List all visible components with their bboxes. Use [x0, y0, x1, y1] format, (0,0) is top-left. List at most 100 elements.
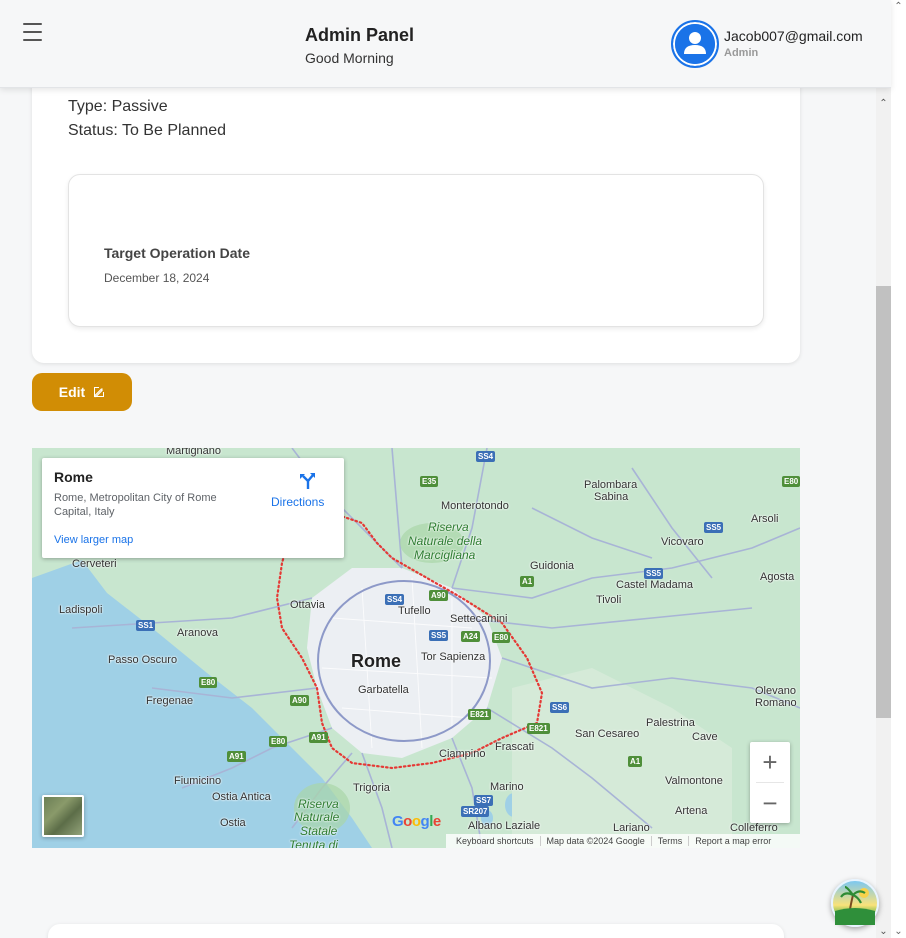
map-attribution: Keyboard shortcuts Map data ©2024 Google… — [446, 834, 800, 848]
place-label: Ladispoli — [59, 604, 103, 616]
road-shield: E821 — [468, 709, 491, 720]
place-label: Rome — [351, 651, 402, 671]
place-label: Passo Oscuro — [108, 654, 178, 666]
road-shield: SR207 — [461, 806, 490, 817]
place-label: Cerveteri — [72, 558, 117, 570]
place-label: Artena — [675, 805, 708, 817]
place-label: Arsoli — [751, 513, 779, 525]
road-shield: A90 — [429, 590, 448, 601]
place-label: Settecamini — [450, 613, 508, 625]
panel-title: Admin Panel — [305, 25, 415, 45]
road-shield: A90 — [290, 695, 309, 706]
scroll-up-icon[interactable]: ⌃ — [876, 97, 891, 111]
place-label: Ostia Antica — [212, 791, 271, 803]
edit-icon — [94, 387, 105, 398]
road-shield: SS7 — [474, 795, 494, 806]
window-scroll-up-icon[interactable]: ⌃ — [891, 0, 906, 14]
edit-button[interactable]: Edit — [32, 373, 132, 411]
next-section-card — [48, 924, 784, 938]
embedded-map[interactable]: Martignano Monterotondo Palombara Sabina… — [32, 448, 800, 848]
top-header: Admin Panel Good Morning Jacob007@gmail.… — [0, 0, 891, 88]
road-shield: E80 — [782, 476, 800, 487]
place-label: Agosta — [760, 571, 795, 583]
satellite-layer-toggle[interactable] — [42, 795, 84, 837]
target-date-label: Target Operation Date — [104, 245, 250, 261]
place-label: Ostia — [220, 817, 246, 829]
user-email: Jacob007@gmail.com — [724, 28, 863, 44]
place-label: Guidonia — [530, 560, 575, 572]
road-shield: SS4 — [476, 451, 496, 462]
place-label: Martignano — [166, 448, 222, 457]
place-label: San Cesareo — [575, 728, 640, 740]
road-shield: SS5 — [644, 568, 664, 579]
place-label: Tenuta di — [289, 838, 338, 848]
menu-icon[interactable] — [23, 23, 42, 42]
place-label: Vicovaro — [661, 536, 704, 548]
place-label: Marcigliana — [414, 548, 476, 562]
target-date-value: December 18, 2024 — [104, 271, 210, 285]
user-role: Admin — [724, 47, 759, 59]
road-shield: SS6 — [550, 702, 570, 713]
place-label: Riserva — [298, 797, 339, 811]
place-label: Ciampino — [439, 748, 486, 760]
report-map-error-link[interactable]: Report a map error — [689, 836, 777, 846]
place-label: Trigoria — [353, 782, 390, 794]
type-text: Type: Passive — [68, 98, 168, 115]
road-shield: E821 — [527, 723, 550, 734]
place-label: Ottavia — [290, 599, 325, 611]
place-label: Colleferro — [730, 822, 778, 834]
place-label: Frascati — [495, 741, 535, 753]
place-label: Fregenae — [146, 695, 194, 707]
map-info-card: Rome Rome, Metropolitan City of Rome Cap… — [42, 458, 344, 558]
place-label: Romano — [755, 697, 797, 709]
place-label: Lariano — [613, 822, 650, 834]
user-avatar-icon[interactable] — [671, 20, 719, 68]
place-label: Sabina — [594, 491, 629, 503]
google-logo: Google — [392, 813, 441, 830]
place-label: Garbatella — [358, 684, 409, 696]
place-label: Valmontone — [665, 775, 723, 787]
place-label: Albano Laziale — [468, 820, 541, 832]
road-shield: E80 — [269, 736, 288, 747]
scroll-down-icon[interactable]: ⌄ — [876, 925, 891, 938]
map-data-text: Map data ©2024 Google — [541, 836, 652, 846]
window-scroll-down-icon[interactable]: ⌄ — [891, 925, 906, 938]
terms-link[interactable]: Terms — [652, 836, 690, 846]
directions-link[interactable]: Directions — [271, 495, 324, 509]
road-shield: SS5 — [429, 630, 449, 641]
view-larger-map-link[interactable]: View larger map — [54, 534, 133, 546]
place-label: Tor Sapienza — [421, 651, 486, 663]
keyboard-shortcuts-link[interactable]: Keyboard shortcuts — [450, 836, 541, 846]
edit-button-label: Edit — [58, 384, 86, 400]
beach-app-icon[interactable] — [831, 879, 879, 927]
road-shield: E80 — [492, 632, 511, 643]
road-shield: A91 — [227, 751, 246, 762]
zoom-in-button[interactable]: + — [750, 742, 790, 782]
road-shield: E80 — [199, 677, 218, 688]
status-text: Status: To Be Planned — [68, 122, 227, 139]
road-shield: SS1 — [136, 620, 156, 631]
place-label: Palestrina — [646, 717, 695, 729]
place-label: Aranova — [177, 627, 218, 639]
zoom-out-button[interactable]: − — [750, 783, 790, 823]
map-place-address: Rome, Metropolitan City of Rome Capital,… — [54, 492, 217, 518]
scroll-thumb[interactable] — [876, 286, 891, 718]
place-label: Naturale — [294, 810, 340, 824]
place-label: Naturale della — [408, 534, 483, 548]
page-scrollbar[interactable]: ⌃ ⌄ — [876, 0, 891, 938]
road-shield: SS5 — [704, 522, 724, 533]
place-label: Palombara — [584, 479, 638, 491]
directions-icon[interactable] — [298, 470, 318, 490]
place-label: Fiumicino — [174, 775, 222, 787]
place-label: Statale — [300, 824, 338, 838]
place-label: Monterotondo — [441, 500, 509, 512]
road-shield: A24 — [461, 631, 480, 642]
place-label: Tivoli — [596, 594, 622, 606]
zoom-controls: + − — [750, 742, 790, 823]
place-label: Riserva — [428, 520, 469, 534]
window-scrollbar[interactable] — [891, 0, 906, 938]
map-place-name: Rome — [54, 469, 93, 485]
greeting: Good Morning — [305, 50, 394, 66]
place-label: Castel Madama — [616, 579, 694, 591]
road-shield: A1 — [520, 576, 535, 587]
